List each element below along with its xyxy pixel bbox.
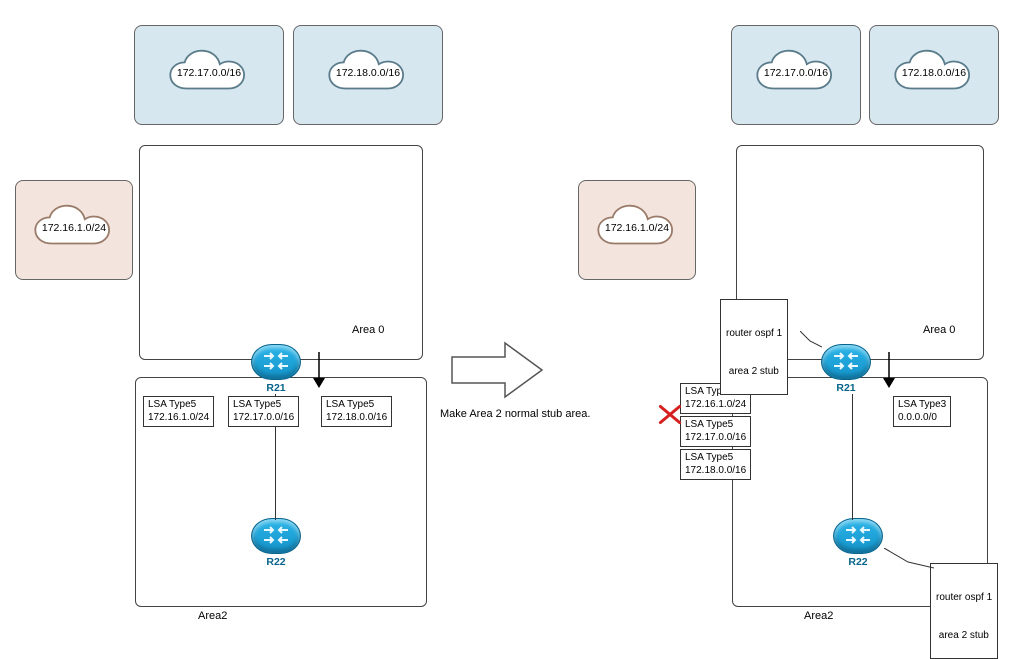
callout-pointer-r22	[884, 548, 934, 572]
lsa-line1: LSA Type3	[898, 399, 946, 412]
router-icon	[833, 518, 883, 554]
lsa-box-right-blocked-2: LSA Type5 172.17.0.0/16	[680, 416, 751, 447]
caption-text: Make Area 2 normal stub area.	[440, 408, 600, 420]
cfg-line2: area 2 stub	[726, 366, 782, 379]
area0-label-right: Area 0	[923, 324, 955, 336]
router-icon	[251, 344, 301, 380]
router-r21-right: R21	[818, 344, 874, 400]
router-icon	[821, 344, 871, 380]
lsa-box-right-blocked-3: LSA Type5 172.18.0.0/16	[680, 449, 751, 480]
router-name: R21	[266, 382, 285, 394]
cloud-shape: 172.16.1.0/24	[592, 203, 682, 257]
cloud-label: 172.18.0.0/16	[323, 68, 413, 79]
callout-pointer-r21	[800, 331, 822, 349]
router-name: R22	[848, 556, 867, 568]
cloud-shape: 172.17.0.0/16	[751, 48, 841, 102]
lsa-line2: 172.18.0.0/16	[685, 465, 746, 478]
lsa-line1: LSA Type5	[233, 399, 294, 412]
cloud-box-left-1: 172.17.0.0/16	[134, 25, 284, 125]
cloud-shape: 172.16.1.0/24	[29, 203, 119, 257]
cfg-line2: area 2 stub	[936, 630, 992, 643]
cloud-label: 172.17.0.0/16	[751, 68, 841, 79]
lsa-arrow-right	[880, 350, 898, 390]
lsa-line2: 172.16.1.0/24	[148, 412, 209, 425]
area2-label-right: Area2	[804, 610, 833, 622]
lsa-box-left-2: LSA Type5 172.17.0.0/16	[228, 396, 299, 427]
config-callout-r22: router ospf 1 area 2 stub	[930, 563, 998, 659]
transition-arrow	[450, 339, 545, 401]
config-callout-r21: router ospf 1 area 2 stub	[720, 299, 788, 395]
cloud-box-left-pink: 172.16.1.0/24	[15, 180, 133, 280]
cfg-line1: router ospf 1	[726, 328, 782, 341]
lsa-line1: LSA Type5	[148, 399, 209, 412]
cloud-label: 172.17.0.0/16	[164, 68, 254, 79]
lsa-box-left-1: LSA Type5 172.16.1.0/24	[143, 396, 214, 427]
cloud-label: 172.16.1.0/24	[592, 223, 682, 234]
lsa-line2: 172.17.0.0/16	[685, 432, 746, 445]
router-name: R21	[836, 382, 855, 394]
lsa-line2: 172.16.1.0/24	[685, 399, 746, 412]
area2-label-left: Area2	[198, 610, 227, 622]
router-name: R22	[266, 556, 285, 568]
lsa-line2: 0.0.0.0/0	[898, 412, 946, 425]
router-r22-right: R22	[830, 518, 886, 574]
cloud-shape: 172.17.0.0/16	[164, 48, 254, 102]
cloud-box-left-2: 172.18.0.0/16	[293, 25, 443, 125]
area0-label-left: Area 0	[352, 324, 384, 336]
lsa-box-left-3: LSA Type5 172.18.0.0/16	[321, 396, 392, 427]
lsa-box-right-accepted: LSA Type3 0.0.0.0/0	[893, 396, 951, 427]
lsa-line1: LSA Type5	[326, 399, 387, 412]
router-r21-left: R21	[248, 344, 304, 400]
cloud-box-right-1: 172.17.0.0/16	[731, 25, 861, 125]
cloud-shape: 172.18.0.0/16	[323, 48, 413, 102]
lsa-line2: 172.18.0.0/16	[326, 412, 387, 425]
cloud-shape: 172.18.0.0/16	[889, 48, 979, 102]
cloud-box-right-2: 172.18.0.0/16	[869, 25, 999, 125]
router-icon	[251, 518, 301, 554]
lsa-line1: LSA Type5	[685, 452, 746, 465]
cfg-line1: router ospf 1	[936, 592, 992, 605]
lsa-arrow-left	[310, 350, 328, 390]
lsa-line1: LSA Type5	[685, 419, 746, 432]
lsa-line2: 172.17.0.0/16	[233, 412, 294, 425]
cloud-box-right-pink: 172.16.1.0/24	[578, 180, 696, 280]
router-r22-left: R22	[248, 518, 304, 574]
cloud-label: 172.16.1.0/24	[29, 223, 119, 234]
link-line-right	[852, 394, 853, 520]
cloud-label: 172.18.0.0/16	[889, 68, 979, 79]
